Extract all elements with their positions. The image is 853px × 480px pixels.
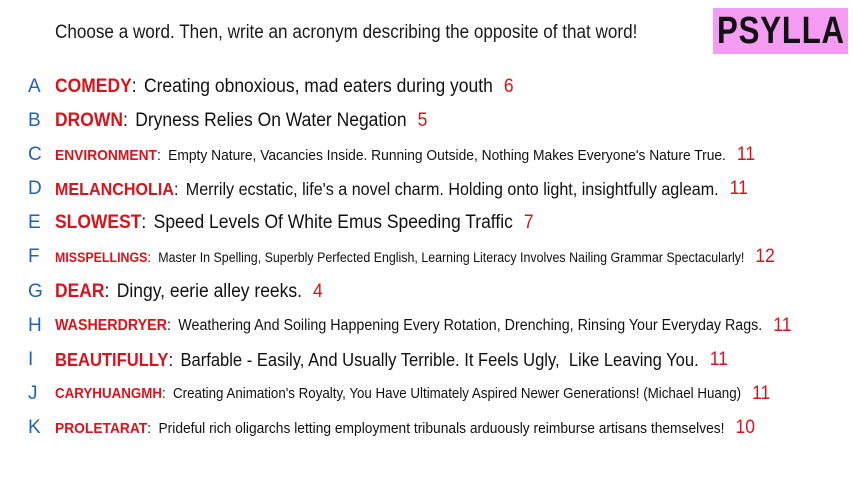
entry-letter-count: 7 xyxy=(523,212,534,233)
entry-letter-count: 11 xyxy=(709,349,728,370)
entry-letter-count: 11 xyxy=(729,178,748,199)
entry-word: WASHERDRYER xyxy=(55,317,167,334)
entry-word: MELANCHOLIA xyxy=(55,178,174,199)
entry-word: DEAR xyxy=(55,281,105,302)
entry-letter: I xyxy=(28,349,34,370)
entry-word: CARYHUANGMH xyxy=(55,386,162,402)
entry-letter: E xyxy=(28,212,41,233)
entry-acronym: Dingy, eerie alley reeks. xyxy=(116,281,303,302)
entry-letter-count: 11 xyxy=(736,144,756,165)
entry-letter-count: 11 xyxy=(752,383,771,404)
entry-letter-count: 6 xyxy=(503,76,514,97)
entry-letter-count: 5 xyxy=(417,110,428,131)
entry-word: SLOWEST xyxy=(55,212,142,233)
entry-word: COMEDY xyxy=(55,76,132,97)
entry-acronym: Weathering And Soiling Happening Every R… xyxy=(178,317,763,334)
entry-letter-count: 10 xyxy=(735,417,756,438)
entry-letter: K xyxy=(28,417,41,438)
entry-word: DROWN xyxy=(55,110,123,131)
entry-acronym: Dryness Relies On Water Negation xyxy=(135,110,407,131)
entry-letter: A xyxy=(28,76,41,97)
entry-word: ENVIRONMENT xyxy=(55,146,157,164)
entry-acronym: Barfable - Easily, And Usually Terrible.… xyxy=(180,349,699,370)
entry-word: BEAUTIFULLY xyxy=(55,349,169,370)
entry-letter-count: 4 xyxy=(313,281,323,302)
entry-acronym: Speed Levels Of White Emus Speeding Traf… xyxy=(153,212,513,233)
instructions-text: Choose a word. Then, write an acronym de… xyxy=(55,22,638,43)
entry-letter-count: 12 xyxy=(755,246,775,267)
entry-word: MISSPELLINGS xyxy=(55,249,148,265)
entry-acronym: Creating Animation's Royalty, You Have U… xyxy=(173,386,742,402)
brand-logo: PSYLLA xyxy=(713,8,848,54)
entry-acronym: Creating obnoxious, mad eaters during yo… xyxy=(143,76,493,97)
entry-letter-count: 11 xyxy=(773,315,792,336)
entry-acronym: Empty Nature, Vacancies Inside. Running … xyxy=(168,146,726,164)
entry-letter: H xyxy=(28,315,42,336)
entry-letter: C xyxy=(28,144,42,165)
entry-word: PROLETARAT xyxy=(55,419,148,437)
entry-acronym: Prideful rich oligarchs letting employme… xyxy=(158,419,725,437)
brand-logo-text: PSYLLA xyxy=(716,9,845,52)
entry-acronym: Merrily ecstatic, life's a novel charm. … xyxy=(185,178,719,199)
entry-letter: G xyxy=(28,281,43,302)
entry-letter: D xyxy=(28,178,42,199)
entry-acronym: Master In Spelling, Superbly Perfected E… xyxy=(158,249,745,265)
entry-letter: B xyxy=(28,110,41,131)
entry-letter: J xyxy=(28,383,38,404)
entry-letter: F xyxy=(28,246,40,267)
